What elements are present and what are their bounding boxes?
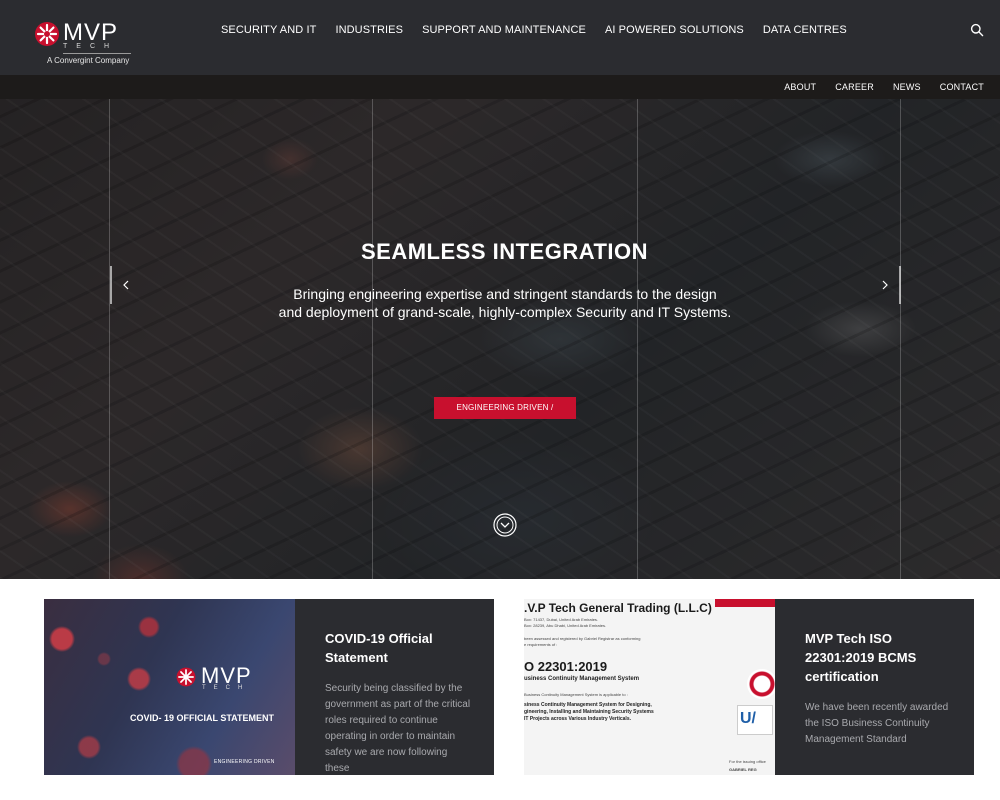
engineering-driven-button[interactable]: ENGINEERING DRIVEN / [434,397,576,419]
hero-description-line: Bringing engineering expertise and strin… [293,286,717,302]
card-body: COVID-19 Official Statement Security bei… [295,599,494,775]
accreditation-logo-text: U/ [740,710,756,727]
search-icon[interactable] [970,23,984,37]
card-excerpt: We have been recently awarded the ISO Bu… [805,702,949,745]
certificate-scope-line: siness Continuity Management System for … [524,702,652,708]
nav-data-centres[interactable]: DATA CENTRES [763,24,847,36]
card-title[interactable]: MVP Tech ISO 22301:2019 BCMS certificati… [805,629,954,686]
certificate-red-band [715,599,775,607]
covid-statement-image[interactable]: MVP TECH COVID- 19 OFFICIAL STATEMENT EN… [44,599,295,775]
news-card-iso[interactable]: .V.P Tech General Trading (L.L.C) Box: 7… [524,599,974,775]
nav-contact[interactable]: CONTACT [940,82,984,92]
logo-star-icon [35,22,59,46]
certificate-system-name: usiness Continuity Management System [524,676,640,682]
hero-grid-line [372,99,373,579]
chevron-left-icon[interactable] [110,266,130,304]
site-logo[interactable]: MVP TECH A Convergint Company [33,20,133,66]
logo-divider [63,53,131,54]
image-tagline: ENGINEERING DRIVEN [214,759,275,765]
certificate-standard: O 22301:2019 [524,659,608,674]
card-excerpt: Security being classified by the governm… [325,683,471,774]
nav-ai-powered-solutions[interactable]: AI POWERED SOLUTIONS [605,24,744,36]
certification-seal [747,669,775,699]
card-title-line: COVID-19 Official [325,631,433,646]
image-logo-subtitle: TECH [202,685,251,691]
card-title-line: Statement [325,650,388,665]
certificate-text-line: e requirements of : [524,642,558,647]
card-title[interactable]: COVID-19 Official Statement [325,629,474,667]
company-tagline: A Convergint Company [47,56,130,65]
hero-grid-line [109,99,110,579]
chevron-down-circle-icon[interactable] [493,513,517,537]
logo-subtitle: TECH [63,43,119,50]
certificate-scope-line: IT Projects across Various Industry Vert… [524,716,631,722]
main-navigation: SECURITY AND IT INDUSTRIES SUPPORT AND M… [221,24,866,36]
nav-support-and-maintenance[interactable]: SUPPORT AND MAINTENANCE [422,24,586,36]
certificate-text-line: been assessed and registered by Gabriel … [524,636,641,641]
nav-career[interactable]: CAREER [835,82,874,92]
chevron-right-icon[interactable] [881,266,901,304]
site-header: MVP TECH A Convergint Company SECURITY A… [0,0,1000,75]
certificate-text-line: GABRIEL REG [729,767,757,772]
certificate-text-line: Box: 28239, Abu Dhabi, United Arab Emira… [524,623,607,628]
image-heading: COVID- 19 OFFICIAL STATEMENT [130,713,275,723]
hero-slider: SEAMLESS INTEGRATION Bringing engineerin… [0,99,1000,579]
hero-description: Bringing engineering expertise and strin… [255,285,755,321]
certificate-scope-line: gineering, Installing and Maintaining Se… [524,709,654,715]
certificate-text-line: Business Continuity Management System is… [524,692,628,697]
iso-certificate-image[interactable]: .V.P Tech General Trading (L.L.C) Box: 7… [524,599,775,775]
card-title-line: 22301:2019 BCMS [805,650,917,665]
logo-star-icon [176,667,196,687]
card-title-line: MVP Tech ISO [805,631,892,646]
hero-grid-line [900,99,901,579]
nav-news[interactable]: NEWS [893,82,921,92]
hero-title: SEAMLESS INTEGRATION [360,239,649,264]
hero-description-line: and deployment of grand-scale, highly-co… [278,304,732,320]
secondary-navigation: ABOUT CAREER NEWS CONTACT [0,75,1000,99]
hero-grid-line [637,99,638,579]
nav-security-and-it[interactable]: SECURITY AND IT [221,24,316,36]
news-card-covid[interactable]: MVP TECH COVID- 19 OFFICIAL STATEMENT EN… [44,599,494,775]
hero-overlay [0,99,1000,579]
nav-about[interactable]: ABOUT [784,82,816,92]
accreditation-logo: U/ [737,705,773,735]
certificate-text-line: Box: 71437, Dubai, United Arab Emirates. [524,617,599,622]
certificate-text-line: For the issuing office [729,759,766,764]
nav-industries[interactable]: INDUSTRIES [335,24,403,36]
card-title-line: certification [805,669,879,684]
certificate-company-name: .V.P Tech General Trading (L.L.C) [524,601,712,615]
card-body: MVP Tech ISO 22301:2019 BCMS certificati… [775,599,974,775]
